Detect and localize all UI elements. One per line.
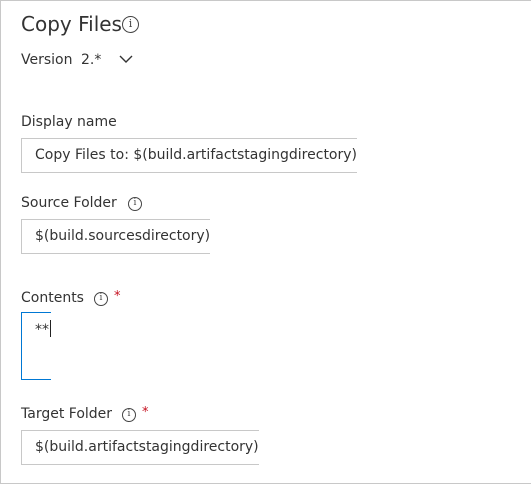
contents-textarea[interactable]: ** bbox=[21, 312, 51, 380]
info-icon[interactable]: i bbox=[122, 16, 139, 33]
text-caret bbox=[50, 320, 51, 337]
task-title: Copy Files bbox=[21, 12, 122, 36]
contents-text: ** bbox=[35, 322, 49, 338]
display-name-label: Display name bbox=[21, 114, 117, 130]
version-label: Version bbox=[21, 52, 73, 68]
contents-label: Contents bbox=[21, 290, 84, 306]
target-folder-input[interactable]: $(build.artifactstagingdirectory) bbox=[21, 430, 259, 465]
required-asterisk: * bbox=[142, 405, 149, 420]
version-selector[interactable]: 2.* bbox=[81, 52, 101, 68]
chevron-down-icon[interactable] bbox=[118, 53, 134, 65]
target-folder-label: Target Folder bbox=[21, 406, 113, 422]
display-name-input[interactable]: Copy Files to: $(build.artifactstagingdi… bbox=[21, 138, 357, 173]
info-icon[interactable]: i bbox=[128, 197, 142, 211]
source-folder-input[interactable]: $(build.sourcesdirectory) bbox=[21, 219, 211, 254]
required-asterisk: * bbox=[114, 289, 121, 304]
source-folder-label: Source Folder bbox=[21, 195, 117, 211]
info-icon[interactable]: i bbox=[122, 408, 136, 422]
info-icon[interactable]: i bbox=[94, 292, 108, 306]
